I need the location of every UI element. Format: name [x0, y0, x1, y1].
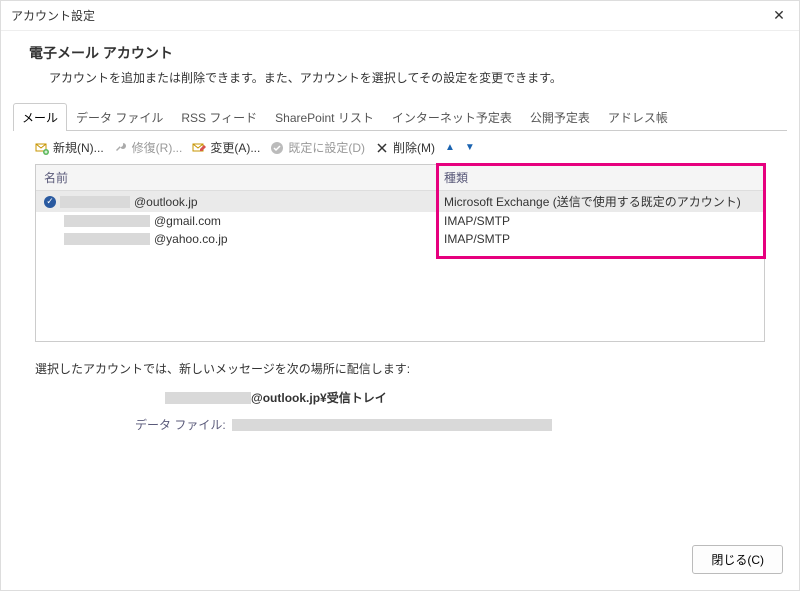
titlebar: アカウント設定 ✕	[1, 1, 799, 31]
wrench-icon	[114, 141, 128, 155]
delivery-location: @outlook.jp¥受信トレイ	[13, 383, 787, 412]
move-down-icon[interactable]: ▼	[465, 142, 475, 153]
move-up-icon[interactable]: ▲	[445, 142, 455, 153]
redacted-username	[64, 215, 150, 227]
table-header: 名前 種類	[36, 165, 764, 191]
tab-datafiles[interactable]: データ ファイル	[67, 103, 172, 131]
tab-rss[interactable]: RSS フィード	[172, 103, 266, 131]
change-button[interactable]: 変更(A)...	[192, 139, 260, 156]
tab-published-calendar[interactable]: 公開予定表	[521, 103, 599, 131]
default-check-icon: ✓	[44, 196, 56, 208]
header-heading: 電子メール アカウント	[29, 43, 771, 63]
window-title: アカウント設定	[11, 7, 95, 24]
table-row[interactable]: @gmail.com IMAP/SMTP	[36, 212, 764, 230]
redacted-datafile-path	[232, 419, 552, 431]
tab-addressbook[interactable]: アドレス帳	[599, 103, 677, 131]
tab-strip: メール データ ファイル RSS フィード SharePoint リスト インタ…	[13, 102, 787, 131]
close-icon[interactable]: ✕	[769, 7, 789, 24]
delivery-path: @outlook.jp¥受信トレイ	[251, 389, 387, 406]
tab-mail[interactable]: メール	[13, 103, 67, 131]
remove-button[interactable]: 削除(M)	[375, 139, 435, 156]
tab-sharepoint[interactable]: SharePoint リスト	[266, 103, 383, 131]
x-icon	[375, 141, 389, 155]
new-button[interactable]: 新規(N)...	[35, 139, 104, 156]
datafile-row: データ ファイル:	[13, 412, 787, 437]
account-type: Microsoft Exchange (送信で使用する既定のアカウント)	[436, 191, 764, 212]
close-button[interactable]: 閉じる(C)	[692, 545, 783, 574]
column-name[interactable]: 名前	[36, 165, 436, 190]
account-type: IMAP/SMTP	[436, 230, 764, 248]
dialog-header: 電子メール アカウント アカウントを追加または削除できます。また、アカウントを選…	[1, 31, 799, 102]
datafile-label: データ ファイル:	[135, 416, 226, 433]
change-mail-icon	[192, 141, 206, 155]
redacted-username	[64, 233, 150, 245]
new-mail-icon	[35, 141, 49, 155]
accounts-table: 名前 種類 ✓ @outlook.jp Microsoft Exchange (…	[35, 164, 765, 342]
table-row[interactable]: ✓ @outlook.jp Microsoft Exchange (送信で使用す…	[36, 191, 764, 212]
repair-button[interactable]: 修復(R)...	[114, 139, 183, 156]
account-type: IMAP/SMTP	[436, 212, 764, 230]
account-domain: @outlook.jp	[134, 195, 198, 209]
delivery-message: 選択したアカウントでは、新しいメッセージを次の場所に配信します:	[13, 342, 787, 383]
tab-internet-calendar[interactable]: インターネット予定表	[383, 103, 521, 131]
account-domain: @gmail.com	[154, 214, 221, 228]
table-row[interactable]: @yahoo.co.jp IMAP/SMTP	[36, 230, 764, 248]
account-domain: @yahoo.co.jp	[154, 232, 228, 246]
column-type[interactable]: 種類	[436, 165, 764, 190]
check-circle-icon	[270, 141, 284, 155]
set-default-button: 既定に設定(D)	[270, 139, 365, 156]
account-settings-dialog: アカウント設定 ✕ 電子メール アカウント アカウントを追加または削除できます。…	[0, 0, 800, 591]
header-description: アカウントを追加または削除できます。また、アカウントを選択してその設定を変更でき…	[29, 69, 771, 86]
toolbar: 新規(N)... 修復(R)... 変更(A)... 既定に設定(D)	[13, 131, 787, 164]
redacted-username	[60, 196, 130, 208]
dialog-footer: 閉じる(C)	[1, 529, 799, 590]
redacted-username	[165, 392, 251, 404]
